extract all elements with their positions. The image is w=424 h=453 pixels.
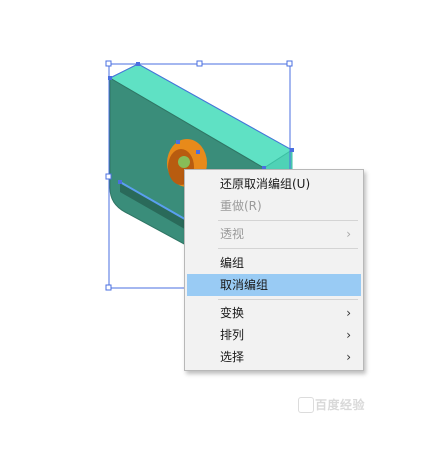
menu-item-label: 重做(R) (220, 199, 262, 213)
submenu-arrow-icon: › (346, 328, 351, 342)
menu-item-perspective[interactable]: 透视 › (187, 223, 361, 245)
submenu-arrow-icon: › (346, 227, 351, 241)
watermark-text: 百度经验 (315, 398, 366, 412)
menu-item-arrange[interactable]: 排列 › (187, 324, 361, 346)
menu-item-transform[interactable]: 变换 › (187, 302, 361, 324)
menu-item-label: 透视 (220, 227, 245, 241)
menu-item-label: 选择 (220, 350, 245, 364)
menu-item-select[interactable]: 选择 › (187, 346, 361, 368)
menu-separator (218, 220, 358, 221)
menu-item-label: 变换 (220, 306, 245, 320)
handle-top-right[interactable] (286, 60, 293, 67)
menu-item-ungroup[interactable]: 取消编组 (187, 274, 361, 296)
submenu-arrow-icon: › (346, 306, 351, 320)
hole-highlight (178, 156, 190, 168)
menu-item-undo-ungroup[interactable]: 还原取消编组(U) (187, 173, 361, 195)
submenu-arrow-icon: › (346, 350, 351, 364)
menu-item-redo[interactable]: 重做(R) (187, 195, 361, 217)
artboard-canvas[interactable]: 还原取消编组(U) 重做(R) 透视 › 编组 取消编组 变换 › 排列 › 选… (0, 0, 424, 453)
menu-item-label: 还原取消编组(U) (220, 177, 311, 191)
handle-bottom-left[interactable] (105, 284, 112, 291)
watermark-badge-icon (298, 397, 314, 413)
context-menu: 还原取消编组(U) 重做(R) 透视 › 编组 取消编组 变换 › 排列 › 选… (184, 169, 364, 371)
menu-separator (218, 299, 358, 300)
menu-separator (218, 248, 358, 249)
menu-item-label: 取消编组 (220, 278, 269, 292)
handle-middle-left[interactable] (105, 173, 112, 180)
menu-item-group[interactable]: 编组 (187, 252, 361, 274)
menu-item-label: 排列 (220, 328, 245, 342)
menu-item-label: 编组 (220, 256, 245, 270)
handle-top-center[interactable] (196, 60, 203, 67)
handle-top-left[interactable] (105, 60, 112, 67)
